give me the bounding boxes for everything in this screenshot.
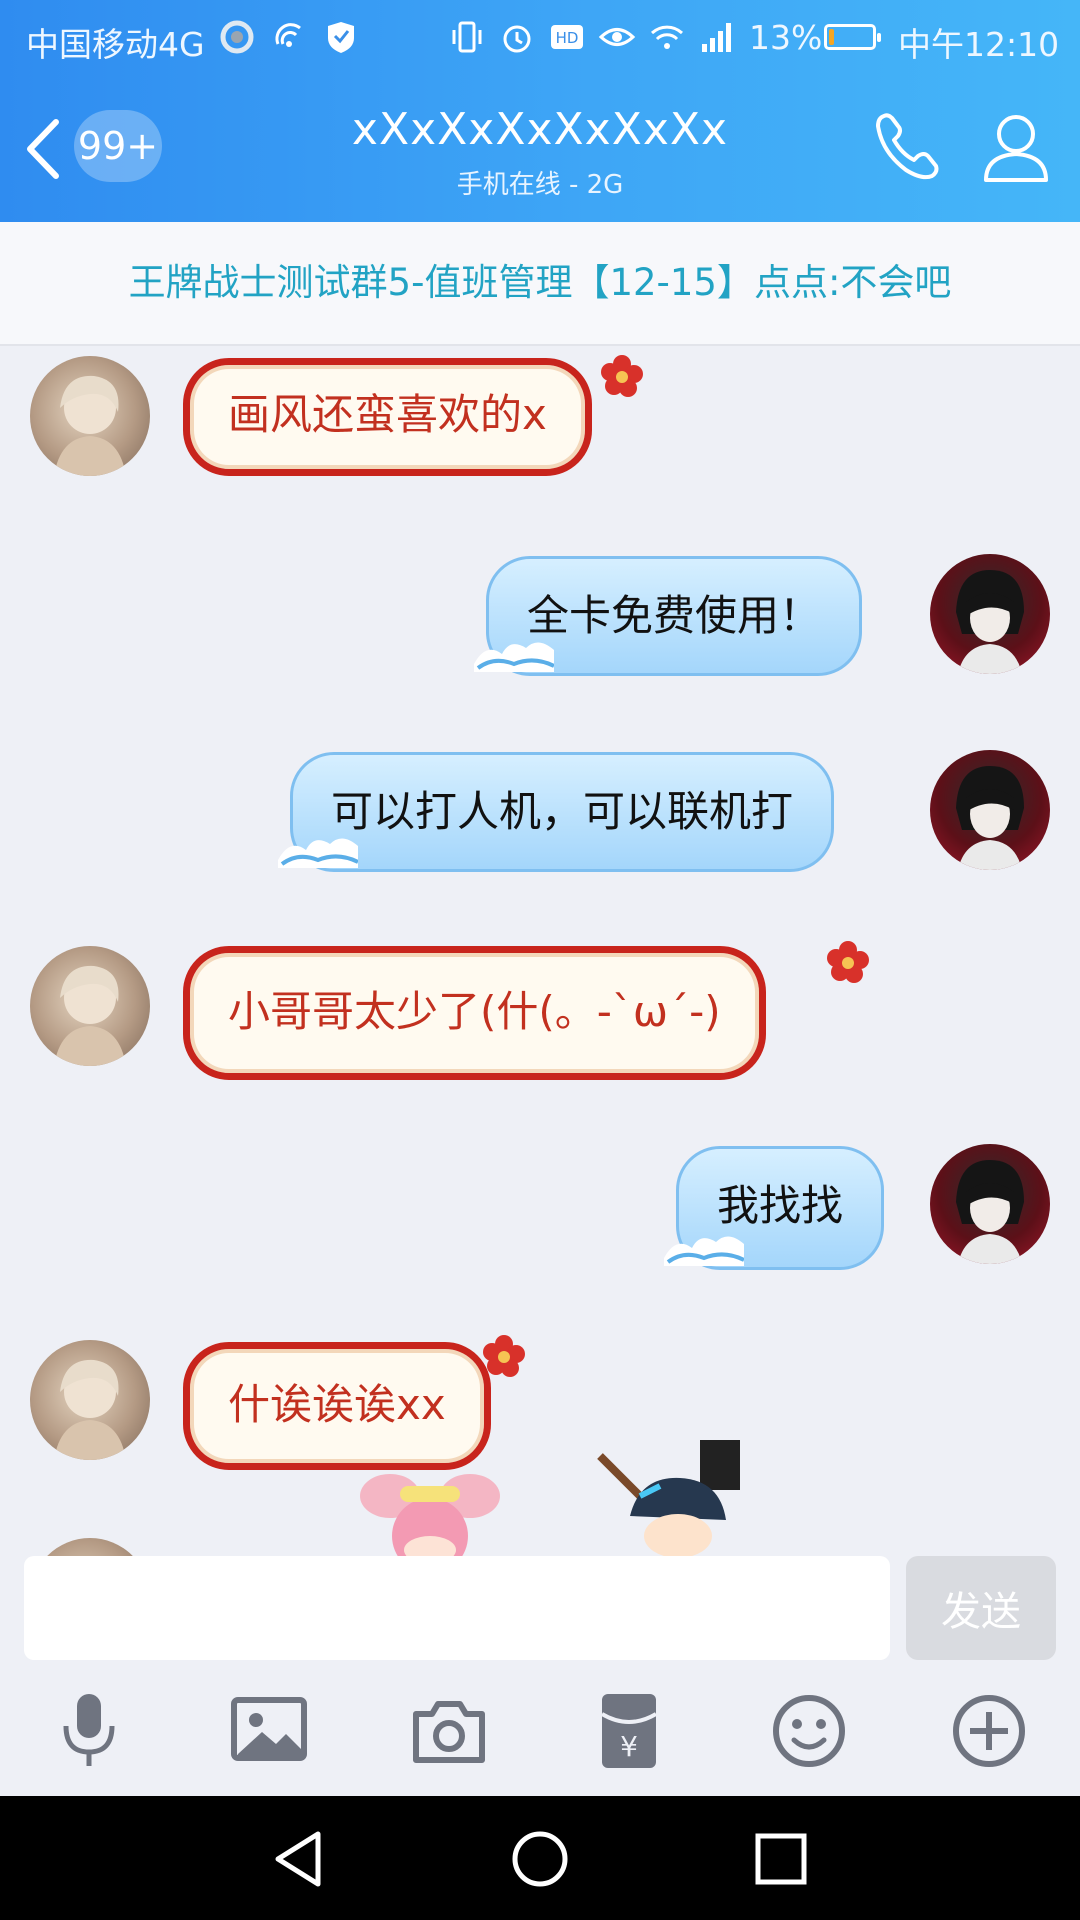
- message-list[interactable]: 画风还蛮喜欢的x 全卡免费使用！ 可以打人机，可以联机打 小哥哥太少了(什(。-…: [0, 346, 1080, 1556]
- clock: 中午12:10: [898, 25, 1060, 64]
- microphone-icon[interactable]: [44, 1686, 134, 1776]
- contact-avatar[interactable]: [30, 946, 150, 1066]
- emoji-icon[interactable]: [764, 1686, 854, 1776]
- anime-portrait-icon: [956, 766, 1024, 870]
- anime-portrait-icon: [30, 1538, 150, 1556]
- send-button[interactable]: 发送: [906, 1556, 1056, 1660]
- chat-header: 中国移动4G HD 13% 中午12:10 99+ xXxXxXxXxXxXx …: [0, 0, 1080, 222]
- plus-icon[interactable]: [944, 1686, 1034, 1776]
- wave-decoration-icon: [278, 838, 358, 868]
- my-avatar[interactable]: [930, 750, 1050, 870]
- warrior-sticker-icon: [597, 1440, 740, 1556]
- data-saver-icon: [220, 20, 254, 54]
- pink-hair-sticker-icon: [360, 1474, 500, 1556]
- person-icon[interactable]: [980, 108, 1052, 184]
- camera-icon[interactable]: [404, 1686, 494, 1776]
- phone-icon[interactable]: [870, 108, 946, 184]
- back-arrow-icon[interactable]: [18, 114, 66, 184]
- flower-decoration-icon: [601, 355, 643, 397]
- carrier-label: 中国移动4G: [26, 25, 205, 64]
- shield-icon: [328, 22, 354, 53]
- svg-text:¥: ¥: [620, 1730, 638, 1763]
- unread-count-badge[interactable]: 99+: [74, 110, 162, 182]
- image-icon[interactable]: [224, 1686, 314, 1776]
- chat-title: xXxXxXxXxXxXx: [351, 104, 729, 155]
- hotspot-icon: [275, 23, 301, 47]
- flower-decoration-icon: [483, 1335, 525, 1377]
- eye-icon: [598, 28, 636, 46]
- battery-percent: 13%: [749, 18, 823, 57]
- message-bubble[interactable]: 小哥哥太少了(什(。-`ω´-): [183, 946, 766, 1080]
- online-status: 手机在线 - 2G: [456, 170, 624, 200]
- nav-recents-icon[interactable]: [748, 1826, 814, 1892]
- wifi-icon: [650, 25, 684, 49]
- my-avatar[interactable]: [930, 1144, 1050, 1264]
- anime-portrait-icon: [54, 375, 126, 476]
- nav-home-icon[interactable]: [507, 1826, 573, 1892]
- contact-avatar[interactable]: [30, 1340, 150, 1460]
- input-area: 发送 ¥: [0, 1556, 1080, 1796]
- wave-decoration-icon: [474, 642, 554, 672]
- status-bar: 中国移动4G HD 13% 中午12:10: [0, 0, 1080, 76]
- hd-icon: HD: [551, 25, 583, 49]
- battery-icon: [824, 24, 881, 50]
- nav-back-icon[interactable]: [266, 1826, 332, 1892]
- wave-decoration-icon: [664, 1236, 744, 1266]
- input-toolbar: ¥: [0, 1686, 1080, 1786]
- message-bubble[interactable]: 可以打人机，可以联机打: [290, 752, 835, 872]
- red-packet-icon[interactable]: ¥: [584, 1686, 674, 1776]
- my-avatar[interactable]: [930, 554, 1050, 674]
- flower-decoration-icon: [827, 941, 869, 983]
- system-nav-bar: [0, 1796, 1080, 1920]
- alarm-icon: [503, 25, 531, 53]
- message-bubble[interactable]: 画风还蛮喜欢的x: [183, 358, 592, 476]
- group-notice-banner[interactable]: 王牌战士测试群5-值班管理【12-15】点点:不会吧: [0, 222, 1080, 346]
- contact-avatar[interactable]: [30, 1538, 150, 1556]
- message-bubble[interactable]: 什诶诶诶xx: [183, 1342, 491, 1470]
- anime-portrait-icon: [956, 570, 1024, 674]
- svg-text:HD: HD: [556, 29, 579, 47]
- anime-portrait-icon: [54, 1359, 126, 1460]
- message-input[interactable]: [24, 1556, 890, 1660]
- signal-icon: [702, 23, 731, 52]
- contact-avatar[interactable]: [30, 356, 150, 476]
- vibrate-icon: [452, 21, 482, 53]
- anime-portrait-icon: [54, 965, 126, 1066]
- anime-portrait-icon: [956, 1160, 1024, 1264]
